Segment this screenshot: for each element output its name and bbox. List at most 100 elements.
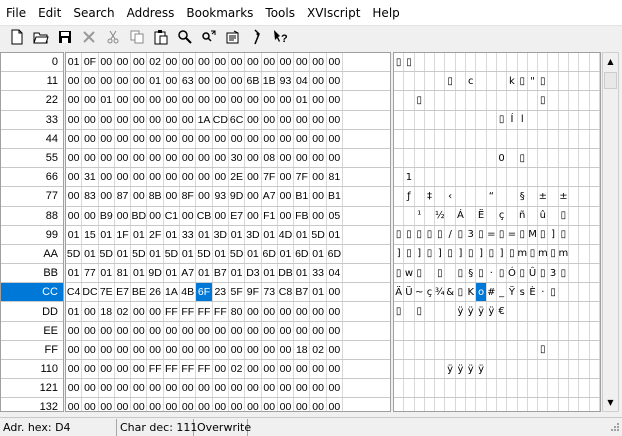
hex-cell[interactable]: 00 [294, 321, 311, 340]
char-cell[interactable] [579, 398, 590, 411]
hex-cell[interactable]: 05 [327, 206, 344, 225]
char-cell[interactable]: ▯ [445, 72, 456, 91]
char-cell[interactable] [590, 206, 600, 225]
char-cell[interactable]: ▯ [497, 264, 508, 283]
char-cell[interactable] [476, 110, 487, 129]
char-cell[interactable] [425, 91, 436, 110]
hex-cell[interactable]: 00 [327, 379, 344, 398]
char-cell[interactable] [590, 53, 600, 72]
char-cell[interactable] [415, 379, 425, 398]
address-row[interactable]: 55 [1, 149, 63, 169]
char-cell[interactable] [487, 91, 497, 110]
char-cell[interactable] [548, 321, 559, 340]
hex-cell[interactable]: FF [196, 302, 213, 321]
hex-cell[interactable]: 33 [310, 264, 327, 283]
char-cell[interactable]: § [518, 187, 528, 206]
char-cell[interactable] [548, 206, 559, 225]
hex-cell[interactable]: 15 [82, 225, 99, 244]
hex-cell[interactable]: 01 [213, 244, 229, 264]
char-cell[interactable]: ] [456, 244, 467, 264]
hex-cell[interactable]: 00 [180, 340, 197, 359]
char-cell[interactable] [435, 53, 446, 72]
hex-cell[interactable]: 00 [245, 321, 262, 340]
hex-cell[interactable]: 6C [229, 110, 246, 129]
hex-cell[interactable]: 00 [213, 168, 229, 187]
char-cell[interactable] [497, 398, 508, 411]
hex-cell[interactable]: 00 [229, 321, 246, 340]
hex-cell[interactable]: 01 [278, 244, 295, 264]
char-cell[interactable]: ▯ [435, 225, 446, 244]
char-cell[interactable] [445, 129, 456, 148]
char-cell[interactable]: m [518, 244, 528, 264]
char-cell[interactable] [507, 340, 518, 359]
char-cell[interactable]: ▯ [518, 72, 528, 91]
hex-cell[interactable]: FF [213, 302, 229, 321]
char-cell[interactable] [569, 244, 580, 264]
hex-cell[interactable]: 00 [262, 379, 278, 398]
hex-cell[interactable]: 00 [115, 321, 132, 340]
hex-cell[interactable]: DC [82, 283, 99, 302]
hex-cell[interactable]: 00 [164, 72, 181, 91]
hex-cell[interactable]: 00 [115, 168, 132, 187]
char-cell[interactable] [456, 110, 467, 129]
char-cell[interactable] [590, 264, 600, 283]
replace-button[interactable] [198, 27, 220, 47]
hex-cell[interactable]: 01 [229, 264, 246, 283]
hex-cell[interactable]: 01 [294, 91, 311, 110]
char-cell[interactable] [425, 72, 436, 91]
address-row[interactable]: 110 [1, 360, 63, 380]
char-cell[interactable] [590, 379, 600, 398]
hex-cell[interactable]: 00 [327, 53, 344, 72]
hex-cell[interactable]: 00 [196, 129, 213, 148]
menu-address[interactable]: Address [121, 2, 181, 24]
char-cell[interactable] [415, 72, 425, 91]
hex-cell[interactable]: 00 [262, 321, 278, 340]
hex-cell[interactable]: 00 [310, 206, 327, 225]
hex-cell[interactable]: 30 [229, 148, 246, 168]
char-cell[interactable]: " [528, 72, 539, 91]
hex-cell[interactable]: 00 [131, 53, 148, 72]
char-cell[interactable] [456, 340, 467, 359]
hex-cell[interactable]: 01 [180, 244, 197, 264]
char-cell[interactable] [579, 168, 590, 187]
char-cell[interactable] [559, 360, 570, 379]
hex-cell[interactable]: 00 [278, 206, 295, 225]
char-cell[interactable] [507, 53, 518, 72]
hex-cell[interactable]: 00 [245, 379, 262, 398]
hex-cell[interactable]: 00 [213, 53, 229, 72]
hex-cell[interactable]: 00 [164, 148, 181, 168]
hex-cell[interactable]: 00 [99, 110, 115, 129]
hex-cell[interactable]: 00 [147, 379, 164, 398]
hex-cell[interactable]: 9F [245, 283, 262, 302]
char-cell[interactable] [404, 91, 415, 110]
char-cell[interactable] [579, 302, 590, 321]
char-cell[interactable] [487, 206, 497, 225]
hex-cell[interactable]: 33 [180, 225, 197, 244]
hex-cell[interactable]: 00 [262, 398, 278, 411]
hex-cell[interactable]: 0F [82, 53, 99, 72]
char-cell[interactable] [559, 283, 570, 302]
hex-cell-selected[interactable]: 6F [196, 283, 213, 302]
char-cell[interactable] [476, 398, 487, 411]
hex-cell[interactable]: 00 [99, 398, 115, 411]
hex-cell[interactable]: 00 [294, 148, 311, 168]
char-cell[interactable]: ‡ [425, 187, 436, 206]
char-cell[interactable] [497, 72, 508, 91]
char-cell[interactable] [538, 110, 549, 129]
char-cell[interactable] [569, 360, 580, 379]
hex-cell[interactable]: 01 [115, 244, 132, 264]
char-cell[interactable] [435, 148, 446, 168]
hex-cell[interactable]: 00 [164, 91, 181, 110]
address-row[interactable]: 33 [1, 111, 63, 130]
char-cell[interactable] [425, 206, 436, 225]
hex-cell[interactable]: 00 [115, 379, 132, 398]
char-cell[interactable] [487, 398, 497, 411]
char-cell[interactable]: ÿ [456, 360, 467, 379]
char-cell[interactable] [497, 340, 508, 359]
char-cell[interactable] [507, 206, 518, 225]
hex-cell[interactable]: 00 [196, 398, 213, 411]
char-cell[interactable] [466, 321, 477, 340]
hex-cell[interactable]: 00 [310, 360, 327, 379]
char-cell[interactable] [579, 148, 590, 168]
char-cell[interactable]: = [507, 225, 518, 244]
